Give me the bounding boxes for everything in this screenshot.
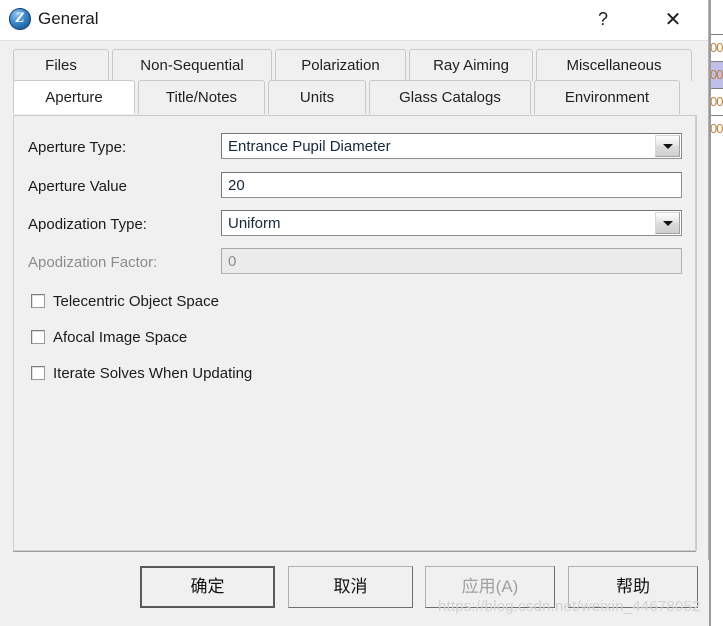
screen-root: 00 00 00 00 Z General ? ✕ Files Non-Sequ… xyxy=(0,0,723,626)
aperture-type-label: Aperture Type: xyxy=(28,139,127,156)
tab-non-sequential[interactable]: Non-Sequential xyxy=(112,49,272,81)
tab-row-lower: Aperture Title/Notes Units Glass Catalog… xyxy=(13,80,696,114)
apodization-type-value: Uniform xyxy=(228,215,281,232)
tab-miscellaneous[interactable]: Miscellaneous xyxy=(536,49,692,81)
background-window-header xyxy=(709,0,723,35)
tab-polarization[interactable]: Polarization xyxy=(275,49,406,81)
aperture-type-value: Entrance Pupil Diameter xyxy=(228,138,391,155)
chevron-down-icon[interactable] xyxy=(655,212,680,234)
general-dialog: Z General ? ✕ Files Non-Sequential Polar… xyxy=(0,0,709,626)
titlebar-help-icon[interactable]: ? xyxy=(580,0,626,39)
tab-aperture[interactable]: Aperture xyxy=(13,80,135,114)
aperture-type-combobox[interactable]: Entrance Pupil Diameter xyxy=(221,133,682,159)
field-row-aperture-type: Aperture Type: Entrance Pupil Diameter xyxy=(14,133,697,163)
checkbox-iterate-solves-when-updating[interactable] xyxy=(31,366,45,380)
checkbox-label-iterate-solves-when-updating: Iterate Solves When Updating xyxy=(53,365,253,382)
tab-environment[interactable]: Environment xyxy=(534,80,680,114)
dialog-titlebar[interactable]: Z General ? ✕ xyxy=(0,0,708,41)
cancel-button[interactable]: 取消 xyxy=(288,566,413,608)
checkbox-label-telecentric-object-space: Telecentric Object Space xyxy=(53,293,219,310)
apodization-type-combobox[interactable]: Uniform xyxy=(221,210,682,236)
apodization-type-label: Apodization Type: xyxy=(28,216,147,233)
close-icon[interactable]: ✕ xyxy=(650,0,696,39)
dialog-button-bar: 确定 取消 应用(A) 帮助 xyxy=(0,560,709,626)
apodization-factor-label: Apodization Factor: xyxy=(28,254,158,271)
tab-row-upper: Files Non-Sequential Polarization Ray Ai… xyxy=(13,49,696,81)
apply-button: 应用(A) xyxy=(425,566,555,608)
aperture-value-text: 20 xyxy=(228,177,245,194)
aperture-value-input[interactable]: 20 xyxy=(221,172,682,198)
checkbox-afocal-image-space[interactable] xyxy=(31,330,45,344)
field-row-apodization-factor: Apodization Factor: 0 xyxy=(14,248,697,278)
tab-files[interactable]: Files xyxy=(13,49,109,81)
chevron-down-icon[interactable] xyxy=(655,135,680,157)
ok-button[interactable]: 确定 xyxy=(140,566,275,608)
help-button[interactable]: 帮助 xyxy=(568,566,698,608)
table-row[interactable]: 00 xyxy=(709,34,723,61)
field-row-aperture-value: Aperture Value 20 xyxy=(14,172,697,202)
tab-units[interactable]: Units xyxy=(268,80,366,114)
dialog-title: General xyxy=(38,9,99,28)
apodization-factor-text: 0 xyxy=(228,253,237,270)
apodization-factor-input: 0 xyxy=(221,248,682,274)
table-row[interactable]: 00 xyxy=(709,115,723,142)
field-row-apodization-type: Apodization Type: Uniform xyxy=(14,210,697,240)
checkbox-label-afocal-image-space: Afocal Image Space xyxy=(53,329,188,346)
table-row[interactable]: 00 xyxy=(709,88,723,115)
aperture-value-label: Aperture Value xyxy=(28,178,127,195)
zemax-z-icon-letter: Z xyxy=(15,10,25,26)
table-row[interactable]: 00 xyxy=(709,61,723,88)
checkbox-telecentric-object-space[interactable] xyxy=(31,294,45,308)
zemax-z-icon: Z xyxy=(9,8,31,30)
tab-ray-aiming[interactable]: Ray Aiming xyxy=(409,49,533,81)
dialog-right-edge xyxy=(709,0,711,626)
tab-glass-catalogs[interactable]: Glass Catalogs xyxy=(369,80,531,114)
aperture-tab-panel: Aperture Type: Entrance Pupil Diameter A… xyxy=(13,115,696,551)
tab-strip: Files Non-Sequential Polarization Ray Ai… xyxy=(13,49,696,117)
tab-title-notes[interactable]: Title/Notes xyxy=(138,80,265,114)
background-window-table: 00 00 00 00 xyxy=(709,34,723,142)
background-window[interactable]: 00 00 00 00 xyxy=(709,0,723,626)
